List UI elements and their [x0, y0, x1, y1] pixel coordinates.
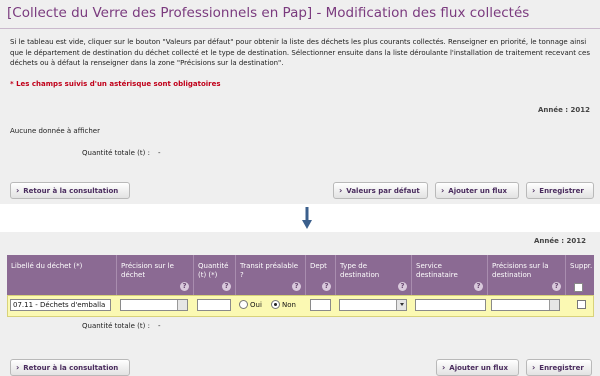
help-icon[interactable]: ?	[474, 282, 483, 291]
arrow-down-icon	[302, 207, 312, 229]
column-header-waste-label: Libellé du déchet (*)	[7, 255, 117, 295]
service-input[interactable]	[415, 299, 486, 311]
chevron-right-icon: ›	[16, 186, 20, 195]
chevron-right-icon: ›	[532, 363, 536, 372]
chevron-right-icon: ›	[339, 186, 343, 195]
waste-label-input[interactable]: 07.11 - Déchets d'emballa	[10, 299, 111, 311]
total-quantity-value: -	[157, 322, 161, 330]
add-flow-label: Ajouter un flux	[448, 186, 507, 195]
default-values-button[interactable]: › Valeurs par défaut	[333, 182, 428, 199]
delete-row-checkbox[interactable]	[577, 300, 586, 309]
radio-button-selected[interactable]	[271, 300, 280, 309]
column-header-dept: Dept ?	[306, 255, 336, 295]
back-button-label: Retour à la consultation	[23, 186, 119, 195]
total-quantity: Quantité totale (t) :-	[82, 322, 161, 330]
help-icon[interactable]: ?	[292, 282, 301, 291]
column-label: Libellé du déchet (*)	[11, 262, 83, 270]
save-button[interactable]: › Enregistrer	[526, 359, 592, 376]
column-label: Type de destination	[340, 262, 380, 279]
before-panel	[0, 0, 600, 204]
flows-table: Libellé du déchet (*) Précision sur le d…	[7, 255, 594, 317]
save-label: Enregistrer	[539, 363, 584, 372]
add-flow-button[interactable]: › Ajouter un flux	[436, 359, 519, 376]
help-icon[interactable]: ?	[398, 282, 407, 291]
transit-no-radio[interactable]: Non	[271, 300, 296, 309]
chevron-right-icon: ›	[532, 186, 536, 195]
column-header-service: Service destinataire ?	[412, 255, 488, 295]
intro-text: Si le tableau est vide, cliquer sur le b…	[10, 38, 590, 67]
year-label: Année : 2012	[537, 106, 590, 114]
add-flow-label: Ajouter un flux	[449, 363, 508, 372]
chevron-right-icon: ›	[16, 363, 20, 372]
mandatory-notice: * Les champs suivis d'un astérisque sont…	[10, 80, 221, 88]
dropdown-arrow-icon	[400, 303, 404, 306]
column-label: Service destinataire	[416, 262, 458, 279]
help-icon[interactable]: ?	[552, 282, 561, 291]
back-to-consultation-button[interactable]: › Retour à la consultation	[10, 359, 130, 376]
back-to-consultation-button[interactable]: › Retour à la consultation	[10, 182, 130, 199]
empty-message: Aucune donnée à afficher	[10, 127, 100, 135]
transit-yes-radio[interactable]: Oui	[239, 300, 262, 309]
column-header-waste-precision: Précision sur le déchet ?	[117, 255, 194, 295]
default-values-label: Valeurs par défaut	[346, 186, 420, 195]
transit-no-label: Non	[282, 300, 296, 309]
radio-button[interactable]	[239, 300, 248, 309]
total-quantity-label: Quantité totale (t) :	[82, 149, 150, 157]
column-header-destination-type: Type de destination ?	[336, 255, 412, 295]
destination-precision-select[interactable]	[491, 299, 560, 311]
quantity-input[interactable]	[197, 299, 231, 311]
column-label: Précision sur le déchet	[121, 262, 174, 279]
column-header-delete: Suppr.	[566, 255, 594, 295]
select-all-checkbox[interactable]	[574, 283, 583, 292]
column-label: Quantité (t) (*)	[198, 262, 229, 279]
save-label: Enregistrer	[539, 186, 584, 195]
total-quantity-value: -	[157, 149, 161, 157]
page-title: [Collecte du Verre des Professionnels en…	[7, 5, 530, 21]
column-header-quantity: Quantité (t) (*) ?	[194, 255, 236, 295]
column-header-destination-precision: Précisions sur la destination ?	[488, 255, 566, 295]
back-button-label: Retour à la consultation	[23, 363, 119, 372]
add-flow-button[interactable]: › Ajouter un flux	[435, 182, 519, 199]
save-button[interactable]: › Enregistrer	[526, 182, 594, 199]
table-header: Libellé du déchet (*) Précision sur le d…	[7, 255, 594, 295]
column-label: Dept	[310, 262, 327, 270]
year-label: Année : 2012	[533, 237, 586, 245]
help-icon[interactable]: ?	[180, 282, 189, 291]
chevron-right-icon: ›	[442, 363, 446, 372]
waste-precision-select[interactable]	[120, 299, 188, 311]
column-label: Suppr.	[570, 262, 593, 270]
chevron-right-icon: ›	[441, 186, 445, 195]
column-label: Précisions sur la destination	[492, 262, 549, 279]
help-icon[interactable]: ?	[222, 282, 231, 291]
title-divider	[0, 28, 600, 29]
column-header-transit: Transit préalable ? ?	[236, 255, 306, 295]
transit-yes-label: Oui	[250, 300, 262, 309]
total-quantity-label: Quantité totale (t) :	[82, 322, 150, 330]
dept-input[interactable]	[310, 299, 331, 311]
help-icon[interactable]: ?	[322, 282, 331, 291]
total-quantity: Quantité totale (t) :-	[82, 149, 161, 157]
destination-type-select[interactable]	[339, 299, 407, 311]
column-label: Transit préalable ?	[240, 262, 299, 279]
